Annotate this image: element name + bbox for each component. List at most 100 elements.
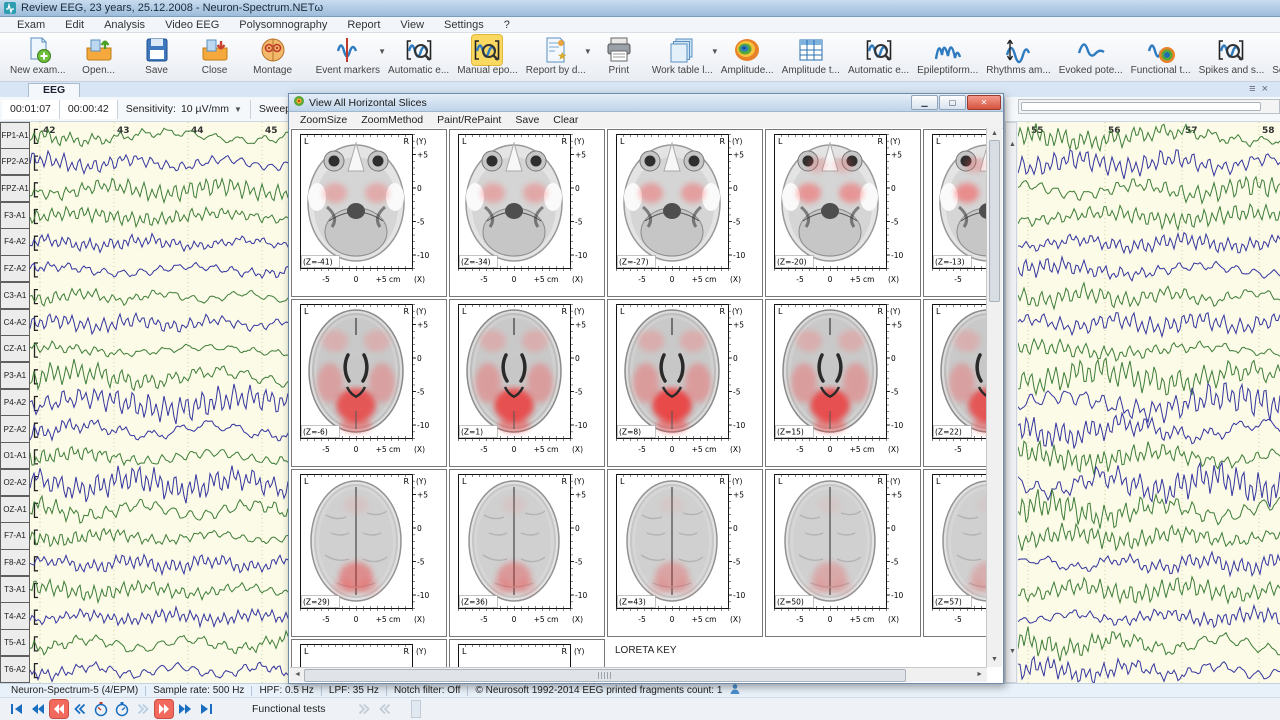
rewind-page-active-button[interactable]: [50, 700, 68, 718]
scroll-right-icon[interactable]: ►: [976, 671, 983, 678]
eeg-trace-area-right[interactable]: 55565758: [1018, 122, 1280, 683]
toolbar-button-epileptiform[interactable]: Epileptiform...: [913, 33, 982, 81]
toolbar-button-evoked-pote[interactable]: Evoked pote...: [1055, 33, 1127, 81]
timer-forward-button[interactable]: [113, 700, 131, 718]
forward-page-disabled-button[interactable]: [134, 700, 152, 718]
brain-slice-22[interactable]: LR(Y)+50-5-10(Z=22)-50+5 cm(X): [923, 299, 987, 467]
channel-label-fp2-a2[interactable]: FP2-A2: [0, 148, 30, 175]
scroll-down-icon[interactable]: ▼: [991, 656, 998, 663]
close-panel-icon[interactable]: ×: [1262, 83, 1274, 95]
channel-label-f7-a1[interactable]: F7-A1: [0, 522, 30, 549]
channel-label-f8-a2[interactable]: F8-A2: [0, 549, 30, 576]
panel-header-icons[interactable]: ≡×: [1249, 83, 1274, 95]
toolbar-button-select-all-rec[interactable]: Select all rec...: [1268, 33, 1280, 81]
dialog-menu-clear[interactable]: Clear: [546, 114, 585, 126]
close-button[interactable]: ✕: [967, 95, 1001, 110]
menu-item--[interactable]: ?: [495, 19, 519, 31]
toolbar-button-new-exam[interactable]: New exam...: [6, 33, 70, 81]
tab-eeg[interactable]: EEG: [28, 83, 80, 97]
channel-label-fp1-a1[interactable]: FP1-A1: [0, 122, 30, 149]
dialog-menu-zoomsize[interactable]: ZoomSize: [293, 114, 354, 126]
rewind-page-button[interactable]: [71, 700, 89, 718]
toolbar-button-amplitude-t[interactable]: Amplitude t...: [778, 33, 844, 81]
dialog-menu-paint-repaint[interactable]: Paint/RePaint: [430, 114, 508, 126]
brain-slice--20[interactable]: LR(Y)+50-5-10(Z=-20)-50+5 cm(X): [765, 129, 921, 297]
menu-item-analysis[interactable]: Analysis: [95, 19, 154, 31]
toolbar-button-rhythms-am[interactable]: Rhythms am...: [982, 33, 1054, 81]
brain-slice-36[interactable]: LR(Y)+50-5-10(Z=36)-50+5 cm(X): [449, 469, 605, 637]
timer-back-button[interactable]: [92, 700, 110, 718]
toolbar-button-report-by-d[interactable]: Report by d...▼: [522, 33, 590, 81]
toolbar-button-work-table-l[interactable]: Work table l...▼: [648, 33, 717, 81]
minimize-button[interactable]: ▁: [911, 95, 938, 110]
channel-label-c3-a1[interactable]: C3-A1: [0, 282, 30, 309]
toolbar-button-automatic-e[interactable]: Automatic e...: [844, 33, 913, 81]
fast-forward-button[interactable]: [176, 700, 194, 718]
brain-slice--13[interactable]: LR(Y)+50-5-10(Z=-13)-50+5 cm(X): [923, 129, 987, 297]
scrollbar-thumb[interactable]: [989, 140, 1000, 302]
toolbar-button-open[interactable]: Open...: [70, 33, 128, 81]
user-icon[interactable]: [729, 683, 741, 698]
scroll-left-icon[interactable]: ◄: [294, 671, 301, 678]
brain-slice-partial[interactable]: LR(Y): [291, 639, 447, 667]
toolbar-button-functional-t[interactable]: Functional t...: [1127, 33, 1195, 81]
toolbar-button-amplitude[interactable]: Amplitude...: [717, 33, 778, 81]
channel-label-o2-a2[interactable]: O2-A2: [0, 469, 30, 496]
toolbar-button-event-markers[interactable]: Event markers▼: [312, 33, 384, 81]
channel-label-t6-a2[interactable]: T6-A2: [0, 656, 30, 683]
brain-slice-43[interactable]: LR(Y)+50-5-10(Z=43)-50+5 cm(X): [607, 469, 763, 637]
channel-label-f4-a2[interactable]: F4-A2: [0, 228, 30, 255]
menu-item-video-eeg[interactable]: Video EEG: [156, 19, 228, 31]
pin-icon[interactable]: ≡: [1249, 83, 1261, 95]
toolbar-button-spikes-and-s[interactable]: Spikes and s...: [1195, 33, 1269, 81]
channel-label-f3-a1[interactable]: F3-A1: [0, 202, 30, 229]
menu-item-polysomnography[interactable]: Polysomnography: [230, 19, 336, 31]
scroll-down-icon[interactable]: ▼: [1009, 648, 1016, 655]
next-fragment-button[interactable]: [355, 700, 373, 718]
time-position-field[interactable]: 00:01:07: [2, 100, 60, 119]
forward-page-active-button[interactable]: [155, 700, 173, 718]
menu-item-view[interactable]: View: [391, 19, 433, 31]
channel-label-t3-a1[interactable]: T3-A1: [0, 576, 30, 603]
right-panel-top-scrollbar[interactable]: [1018, 99, 1280, 114]
right-panel-scrollbar[interactable]: ▲ ▼: [1005, 122, 1017, 683]
brain-slice-15[interactable]: LR(Y)+50-5-10(Z=15)-50+5 cm(X): [765, 299, 921, 467]
menu-item-report[interactable]: Report: [338, 19, 389, 31]
brain-slice--34[interactable]: LR(Y)+50-5-10(Z=-34)-50+5 cm(X): [449, 129, 605, 297]
skip-to-end-button[interactable]: [197, 700, 215, 718]
scrollbar-thumb[interactable]: [304, 669, 906, 682]
channel-label-cz-a1[interactable]: CZ-A1: [0, 335, 30, 362]
toolbar-button-automatic-e[interactable]: Automatic e...: [384, 33, 453, 81]
channel-label-oz-a1[interactable]: OZ-A1: [0, 496, 30, 523]
channel-label-p3-a1[interactable]: P3-A1: [0, 362, 30, 389]
toolbar-button-save[interactable]: Save: [128, 33, 186, 81]
brain-slice--27[interactable]: LR(Y)+50-5-10(Z=-27)-50+5 cm(X): [607, 129, 763, 297]
channel-label-t4-a2[interactable]: T4-A2: [0, 602, 30, 629]
dialog-horizontal-scrollbar[interactable]: ◄ ►: [290, 667, 987, 682]
maximize-button[interactable]: ▢: [939, 95, 966, 110]
scroll-up-icon[interactable]: ▲: [1009, 141, 1016, 148]
prev-fragment-button[interactable]: [376, 700, 394, 718]
menu-item-settings[interactable]: Settings: [435, 19, 493, 31]
brain-slice-50[interactable]: LR(Y)+50-5-10(Z=50)-50+5 cm(X): [765, 469, 921, 637]
channel-label-p4-a2[interactable]: P4-A2: [0, 389, 30, 416]
fast-rewind-button[interactable]: [29, 700, 47, 718]
brain-slice--6[interactable]: LR(Y)+50-5-10(Z=-6)-50+5 cm(X): [291, 299, 447, 467]
time-elapsed-field[interactable]: 00:00:42: [60, 100, 118, 119]
toolbar-button-print[interactable]: Print: [590, 33, 648, 81]
channel-label-fpz-a1[interactable]: FPZ-A1: [0, 175, 30, 202]
brain-slice-partial[interactable]: LR(Y): [449, 639, 605, 667]
skip-to-start-button[interactable]: [8, 700, 26, 718]
window-titlebar[interactable]: Review EEG, 23 years, 25.12.2008 - Neuro…: [0, 0, 1280, 17]
brain-slice--41[interactable]: LR(Y)+50-5-10(Z=-41)-50+5 cm(X): [291, 129, 447, 297]
dialog-titlebar[interactable]: View All Horizontal Slices ▁ ▢ ✕: [289, 94, 1003, 112]
menu-item-exam[interactable]: Exam: [8, 19, 54, 31]
menu-item-edit[interactable]: Edit: [56, 19, 93, 31]
channel-label-o1-a1[interactable]: O1-A1: [0, 442, 30, 469]
brain-slice-8[interactable]: LR(Y)+50-5-10(Z=8)-50+5 cm(X): [607, 299, 763, 467]
dialog-menu-zoommethod[interactable]: ZoomMethod: [354, 114, 430, 126]
dialog-vertical-scrollbar[interactable]: ▲ ▼: [986, 128, 1002, 667]
toolbar-button-close[interactable]: Close: [186, 33, 244, 81]
dialog-menu-save[interactable]: Save: [508, 114, 546, 126]
channel-label-pz-a2[interactable]: PZ-A2: [0, 415, 30, 442]
